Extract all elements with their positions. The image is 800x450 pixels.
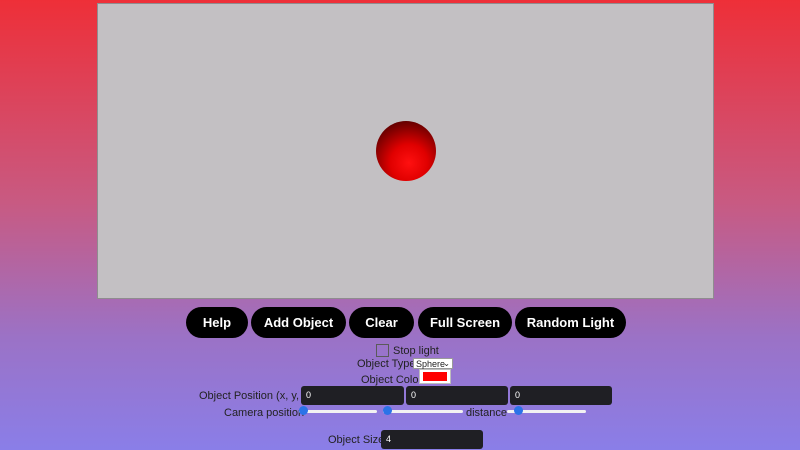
object-color-fill [423,372,447,381]
slider-track [299,410,377,413]
red-sphere [376,121,436,181]
toolbar: Help Add Object Clear Full Screen Random… [0,307,800,339]
add-object-button[interactable]: Add Object [251,307,346,338]
distance-label: distance [466,407,507,419]
scene-canvas[interactable] [97,3,714,299]
object-size-label: Object Size: [328,434,388,446]
camera-slider-1[interactable] [299,406,377,416]
object-color-label: Object Color: [361,374,426,386]
chevron-down-icon: ⌄ [443,359,450,368]
camera-slider-2[interactable] [383,406,463,416]
stop-light-checkbox[interactable] [376,344,389,357]
slider-thumb[interactable] [383,406,392,415]
full-screen-button[interactable]: Full Screen [418,307,512,338]
object-type-value: Sphere [416,359,446,369]
object-color-picker[interactable] [419,369,451,384]
object-position-label: Object Position (x, y, z): [199,390,315,402]
slider-thumb[interactable] [514,406,523,415]
position-y-input[interactable]: 0 [406,386,508,405]
stop-light-label: Stop light [393,345,439,357]
object-size-input[interactable]: 4 [381,430,483,449]
position-z-input[interactable]: 0 [510,386,612,405]
camera-position-label: Camera position [224,407,305,419]
slider-track [383,410,463,413]
slider-thumb[interactable] [299,406,308,415]
distance-slider[interactable] [507,406,586,416]
object-type-label: Object Type: [357,358,419,370]
help-button[interactable]: Help [186,307,248,338]
random-light-button[interactable]: Random Light [515,307,626,338]
position-x-input[interactable]: 0 [301,386,404,405]
object-type-select[interactable]: Sphere ⌄ [413,358,453,369]
clear-button[interactable]: Clear [349,307,414,338]
